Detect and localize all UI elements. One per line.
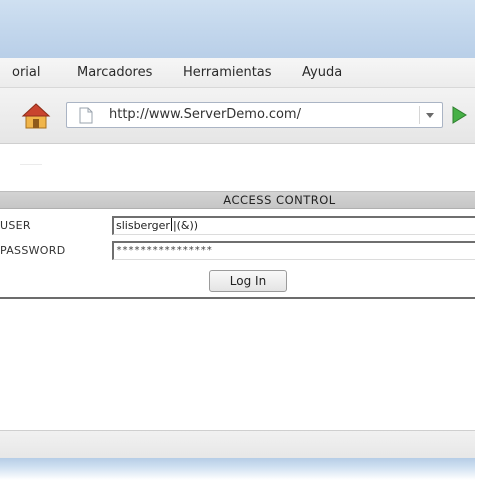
go-button[interactable]: [450, 105, 468, 125]
form-header: ACCESS CONTROL: [0, 191, 475, 209]
user-input-text-after-caret: |(&)): [172, 219, 199, 232]
section-divider: [0, 297, 475, 299]
password-label: PASSWORD: [0, 244, 66, 257]
window-edge: [475, 0, 490, 480]
home-icon: [21, 103, 51, 129]
password-input[interactable]: ****************: [112, 241, 475, 260]
address-bar[interactable]: http://www.ServerDemo.com/: [66, 102, 443, 128]
user-input[interactable]: slisberger |(&)): [112, 216, 475, 235]
status-bar: [0, 430, 475, 458]
menu-item-help[interactable]: Ayuda: [302, 65, 342, 80]
menu-bar: orial Marcadores Herramientas Ayuda: [0, 58, 475, 88]
password-input-masked: ****************: [116, 245, 213, 256]
window-title-bar: [0, 0, 475, 58]
text-caret: [170, 218, 172, 231]
address-dropdown-button[interactable]: [419, 106, 439, 124]
navigation-toolbar: http://www.ServerDemo.com/: [0, 88, 475, 144]
go-arrow-icon: [452, 106, 467, 124]
menu-item-bookmarks[interactable]: Marcadores: [77, 65, 152, 80]
page-icon: [79, 107, 93, 124]
login-button[interactable]: Log In: [209, 270, 287, 292]
divider: [20, 164, 42, 165]
menu-item-history[interactable]: orial: [12, 65, 41, 80]
home-button[interactable]: [21, 101, 51, 131]
url-text: http://www.ServerDemo.com/: [109, 107, 301, 122]
user-label: USER: [0, 219, 31, 232]
user-input-text-before-caret: slisberger: [116, 219, 170, 232]
form-header-title: ACCESS CONTROL: [223, 193, 336, 207]
window-bottom-frame: [0, 458, 475, 480]
menu-item-tools[interactable]: Herramientas: [183, 65, 272, 80]
dropdown-arrow-icon: [426, 113, 434, 118]
